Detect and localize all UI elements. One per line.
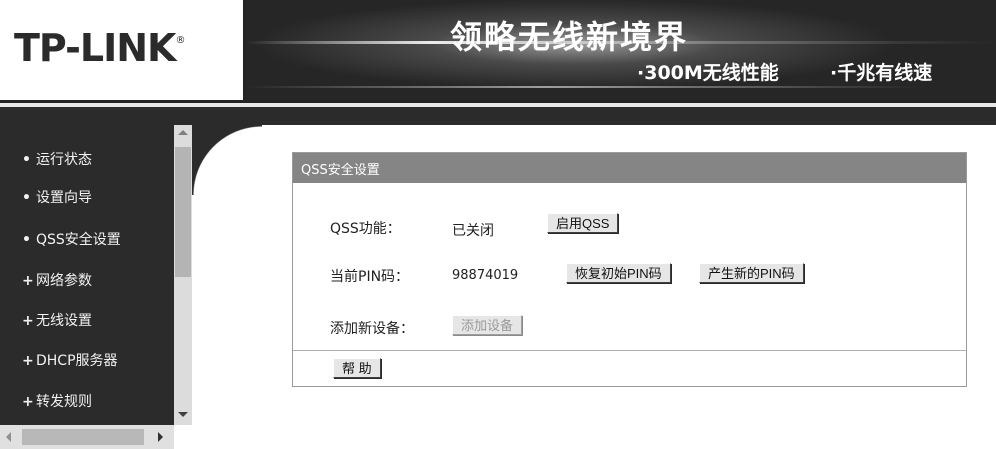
panel-title-bar: QSS安全设置 <box>293 153 966 183</box>
sidebar-item-label: DHCP服务器 <box>36 353 118 369</box>
expand-plus-icon: + <box>22 313 34 329</box>
content-corner-curve <box>192 125 262 195</box>
restore-default-pin-button[interactable]: 恢复初始PIN码 <box>566 263 671 283</box>
qss-function-label: QSS功能： <box>330 221 401 237</box>
sidebar-item-running-status[interactable]: • 运行状态 <box>22 149 92 171</box>
scroll-right-arrow-icon[interactable] <box>158 432 163 442</box>
add-device-button[interactable]: 添加设备 <box>452 315 523 335</box>
panel-divider <box>293 350 966 351</box>
sidebar-item-label: 设置向导 <box>36 190 92 206</box>
bullet-icon: • <box>22 152 31 168</box>
brand-logo: TP-LINK® <box>14 26 185 70</box>
top-strip <box>0 107 996 125</box>
panel-title: QSS安全设置 <box>301 163 380 178</box>
sidebar-item-label: 运行状态 <box>36 152 92 168</box>
pin-value: 98874019 <box>452 268 519 283</box>
banner-slogan: 领略无线新境界 <box>450 18 689 56</box>
sidebar-item-label: QSS安全设置 <box>36 232 121 248</box>
enable-qss-button[interactable]: 启用QSS <box>547 213 619 233</box>
bullet-icon: • <box>22 190 31 206</box>
scrollbar-thumb[interactable] <box>22 429 144 445</box>
banner-light-streak-lower <box>245 86 996 88</box>
qss-settings-panel: QSS安全设置 QSS功能： 已关闭 启用QSS 当前PIN码： 9887401… <box>292 152 967 387</box>
sidebar-horizontal-scrollbar[interactable] <box>0 425 174 449</box>
header: TP-LINK® 领略无线新境界 ·300M无线性能 ·千兆有线速 <box>0 0 996 103</box>
scroll-down-arrow-icon[interactable] <box>178 412 188 417</box>
sidebar-item-setup-wizard[interactable]: • 设置向导 <box>22 187 92 209</box>
banner-feature-wired: ·千兆有线速 <box>830 62 933 84</box>
expand-plus-icon: + <box>22 394 34 410</box>
sidebar-menu: • 运行状态 • 设置向导 • QSS安全设置 + 网络参数 + 无线设置 + DHCP服务… <box>0 125 174 425</box>
generate-new-pin-button[interactable]: 产生新的PIN码 <box>699 263 804 283</box>
banner-feature-wireless: ·300M无线性能 <box>637 62 779 84</box>
sidebar-item-label: 转发规则 <box>36 394 92 410</box>
help-button[interactable]: 帮 助 <box>333 358 381 378</box>
qss-status-value: 已关闭 <box>452 223 494 239</box>
scroll-up-arrow-icon[interactable] <box>178 130 188 135</box>
expand-plus-icon: + <box>22 353 34 369</box>
logo-area: TP-LINK® <box>0 0 243 100</box>
scrollbar-thumb[interactable] <box>175 147 191 277</box>
scroll-left-arrow-icon[interactable] <box>6 432 11 442</box>
pin-label: 当前PIN码： <box>330 269 410 285</box>
sidebar-item-qss-security[interactable]: • QSS安全设置 <box>22 229 121 251</box>
sidebar-item-label: 无线设置 <box>36 313 92 329</box>
expand-plus-icon: + <box>22 273 34 289</box>
sidebar-item-wireless[interactable]: + 无线设置 <box>22 310 92 332</box>
bullet-icon: • <box>22 232 31 248</box>
scrollbar-corner <box>174 425 192 449</box>
sidebar-item-forwarding[interactable]: + 转发规则 <box>22 391 92 413</box>
sidebar-item-dhcp[interactable]: + DHCP服务器 <box>22 350 118 372</box>
add-device-label: 添加新设备： <box>330 321 414 337</box>
logo-text: TP-LINK <box>14 26 176 70</box>
sidebar-vertical-scrollbar[interactable] <box>174 125 192 425</box>
banner: 领略无线新境界 ·300M无线性能 ·千兆有线速 <box>245 0 996 100</box>
sidebar-item-label: 网络参数 <box>36 273 92 289</box>
sidebar-item-network[interactable]: + 网络参数 <box>22 270 92 292</box>
registered-mark: ® <box>175 35 185 47</box>
